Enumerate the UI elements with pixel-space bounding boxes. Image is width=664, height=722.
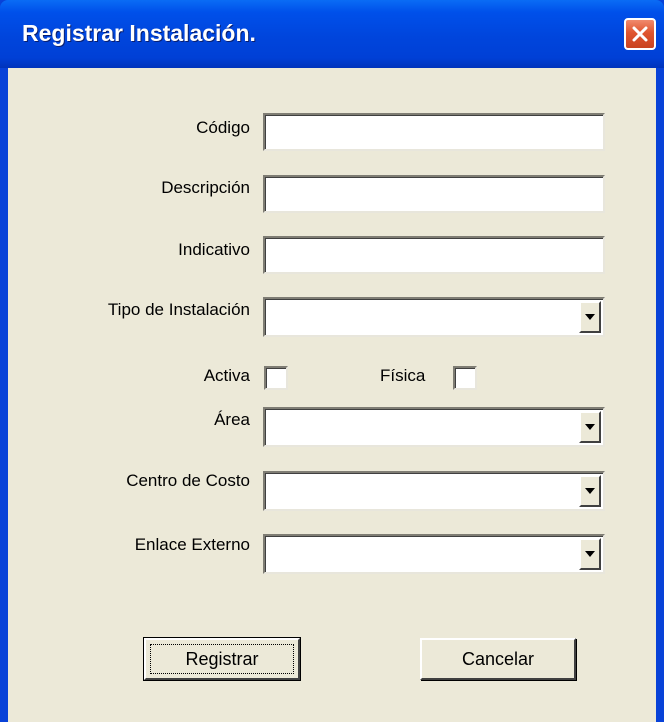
descripcion-input[interactable] [263,175,605,213]
codigo-input[interactable] [263,113,605,151]
close-icon [632,26,648,42]
enlace-externo-dropdown-button[interactable] [579,538,601,570]
registrar-button[interactable]: Registrar [143,637,301,681]
dialog-body: Código Descripción Indicativo Tipo de In… [8,68,656,722]
dialog-window: Registrar Instalación. Código Descripció… [0,0,664,722]
cancelar-button[interactable]: Cancelar [420,638,576,680]
fisica-checkbox[interactable] [453,366,477,390]
chevron-down-icon [585,314,595,320]
chevron-down-icon [585,551,595,557]
centro-costo-dropdown-button[interactable] [579,475,601,507]
focus-rectangle [150,644,294,674]
codigo-label: Código [196,118,250,137]
indicativo-label: Indicativo [178,240,250,259]
window-title: Registrar Instalación. [22,20,256,46]
chevron-down-icon [585,424,595,430]
enlace-externo-label: Enlace Externo [134,535,250,554]
centro-costo-label: Centro de Costo [126,471,250,490]
title-bar[interactable]: Registrar Instalación. [0,0,664,68]
close-button[interactable] [624,18,656,50]
area-select[interactable] [263,407,605,447]
indicativo-input[interactable] [263,236,605,274]
activa-checkbox[interactable] [264,366,288,390]
tipo-instalacion-select[interactable] [263,297,605,337]
fisica-label: Física [380,366,426,385]
chevron-down-icon [585,488,595,494]
tipo-instalacion-label: Tipo de Instalación [107,300,250,319]
area-label: Área [214,410,250,429]
area-dropdown-button[interactable] [579,411,601,443]
descripcion-label: Descripción [161,178,250,197]
enlace-externo-select[interactable] [263,534,605,574]
centro-costo-select[interactable] [263,471,605,511]
activa-label: Activa [203,366,250,385]
tipo-instalacion-dropdown-button[interactable] [579,301,601,333]
